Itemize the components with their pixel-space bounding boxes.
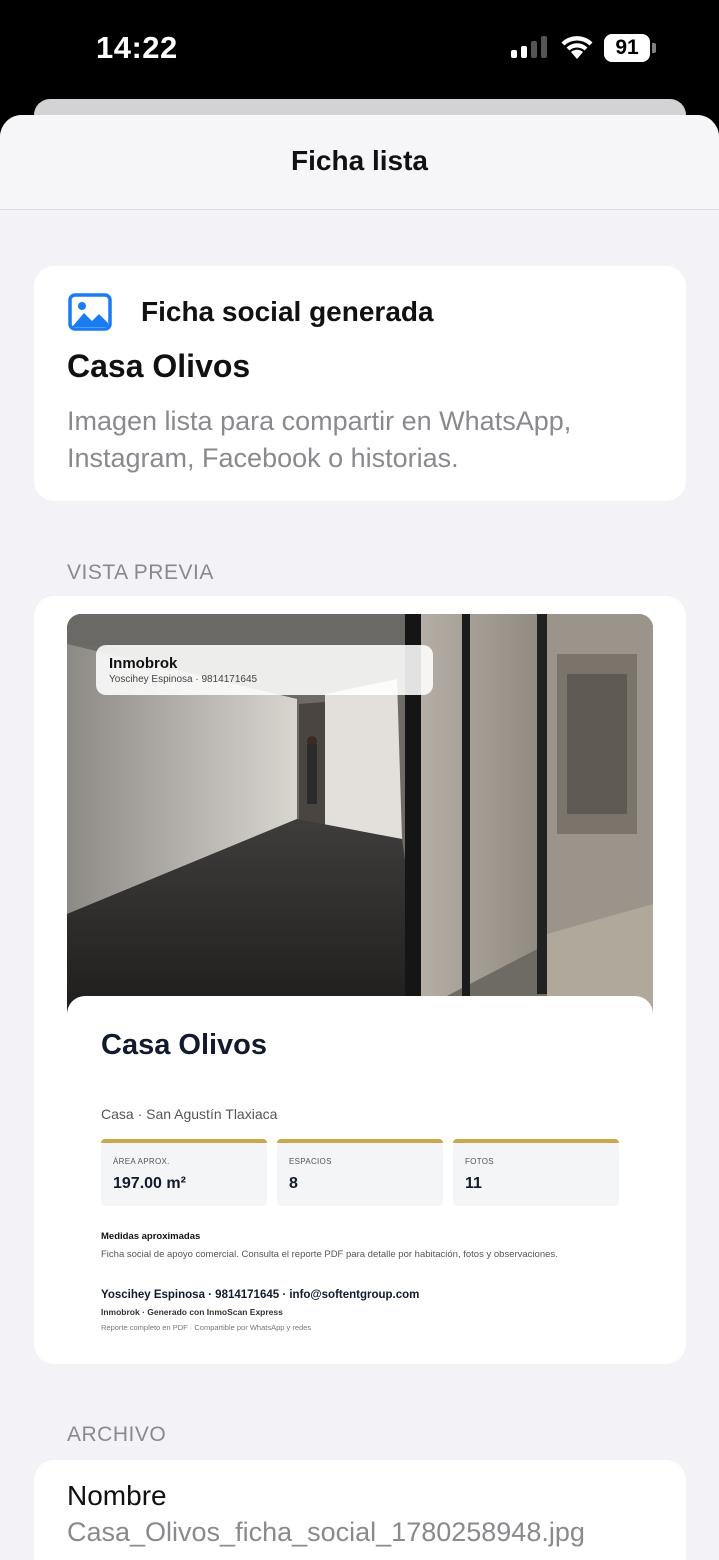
brand-badge: Inmobrok Yoscihey Espinosa · 9814171645 [96,645,433,695]
stat-area: ÁREA APROX. 197.00 m² [101,1139,267,1206]
stat-label: FOTOS [465,1157,494,1166]
page-title: Ficha lista [291,145,428,176]
stat-photos: FOTOS 11 [453,1139,619,1206]
stat-label: ESPACIOS [289,1157,332,1166]
social-sheet-preview[interactable]: Inmobrok Yoscihey Espinosa · 9814171645 … [67,614,653,1346]
sheet: Ficha lista Ficha social generada Casa O… [0,115,719,1560]
preview-card: Inmobrok Yoscihey Espinosa · 9814171645 … [34,596,686,1364]
property-subtitle: Casa · San Agustín Tlaxiaca [101,1106,278,1122]
status-bar: 14:22 91 [0,0,719,100]
property-title: Casa Olivos [101,1029,268,1061]
cellular-signal-icon [511,36,547,58]
summary-card: Ficha social generada Casa Olivos Imagen… [34,266,686,501]
stat-spaces: ESPACIOS 8 [277,1139,443,1206]
summary-heading: Ficha social generada [141,296,434,327]
file-card[interactable]: Nombre Casa_Olivos_ficha_social_17802589… [34,1460,686,1560]
photo-icon [68,293,112,331]
section-label-preview: VISTA PREVIA [67,561,214,584]
footer-line: Reporte completo en PDF · Compartible po… [101,1323,312,1332]
brand-contact: Yoscihey Espinosa · 9814171645 [109,674,258,685]
measures-title: Medidas aproximadas [101,1231,201,1242]
navigation-bar: Ficha lista [0,115,719,210]
contact-line: Yoscihey Espinosa · 9814171645 · info@so… [101,1289,420,1301]
wifi-icon [561,36,593,59]
brand-name: Inmobrok [109,655,178,672]
status-time: 14:22 [96,30,178,65]
stat-label: ÁREA APROX. [113,1157,170,1166]
section-label-file: ARCHIVO [67,1423,167,1446]
measures-text: Ficha social de apoyo comercial. Consult… [101,1249,558,1260]
property-info-panel: Casa Olivos Casa · San Agustín Tlaxiaca … [67,996,653,1346]
summary-title: Casa Olivos [67,348,251,384]
file-name-label: Nombre [67,1480,167,1511]
battery-level: 91 [604,34,650,62]
battery-icon: 91 [604,34,656,62]
summary-description: Imagen lista para compartir en WhatsApp,… [67,406,572,473]
stat-value: 8 [289,1175,298,1192]
stat-value: 11 [465,1175,482,1192]
generated-line: Inmobrok · Generado con InmoScan Express [101,1307,283,1317]
stat-value: 197.00 m² [113,1175,186,1192]
file-name-value: Casa_Olivos_ficha_social_1780258948.jpg [67,1517,585,1547]
